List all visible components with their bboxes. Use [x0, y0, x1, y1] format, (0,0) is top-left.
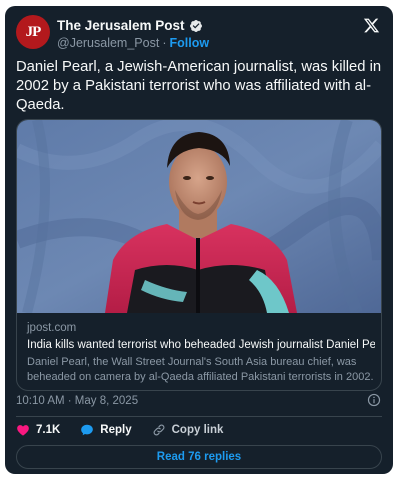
reply-label: Reply [100, 424, 132, 436]
copy-link-label: Copy link [171, 424, 224, 436]
tweet-header: JP The Jerusalem Post @Jerusalem_Post · Fo… [16, 15, 382, 55]
avatar-logo-text: JP [25, 23, 42, 40]
link-title[interactable]: India kills wanted terrorist who beheade… [27, 338, 375, 353]
like-count: 7.1K [36, 424, 61, 436]
action-bar: 7.1K Reply Copy link [16, 419, 243, 441]
heart-icon [17, 425, 29, 436]
link-preview-image [17, 120, 381, 313]
separator-dot: · [162, 36, 167, 50]
link-preview-meta: jpost.com India kills wanted terrorist w… [27, 321, 375, 385]
link-domain: jpost.com [27, 322, 77, 334]
author-display-name[interactable]: The Jerusalem Post [57, 18, 185, 33]
link-icon [153, 424, 165, 436]
tweet-text: Daniel Pearl, a Jewish-American journali… [16, 59, 382, 113]
author-handle-row: @Jerusalem_Post · Follow [57, 36, 209, 50]
follow-button[interactable]: Follow [170, 36, 210, 50]
author-name-row: The Jerusalem Post [57, 18, 203, 33]
verified-badge-icon [189, 19, 202, 32]
link-preview-card[interactable]: jpost.com India kills wanted terrorist w… [16, 119, 382, 391]
author-handle[interactable]: @Jerusalem_Post [57, 36, 159, 50]
read-replies-button[interactable]: Read 76 replies [16, 445, 382, 469]
info-icon[interactable] [367, 393, 381, 407]
avatar[interactable]: JP [16, 15, 50, 49]
link-description: Daniel Pearl, the Wall Street Journal's … [27, 356, 374, 383]
reply-button[interactable]: Reply [80, 423, 132, 437]
copy-link-button[interactable]: Copy link [152, 423, 224, 437]
x-logo-icon[interactable] [363, 17, 380, 34]
divider [16, 416, 382, 417]
speech-bubble-icon [81, 424, 94, 436]
tweet-embed-card: JP The Jerusalem Post @Jerusalem_Post · Fo… [5, 6, 393, 474]
tweet-timestamp[interactable]: 10:10 AM · May 8, 2025 [16, 395, 138, 407]
portrait-photo [17, 120, 381, 313]
like-button[interactable]: 7.1K [16, 423, 60, 437]
